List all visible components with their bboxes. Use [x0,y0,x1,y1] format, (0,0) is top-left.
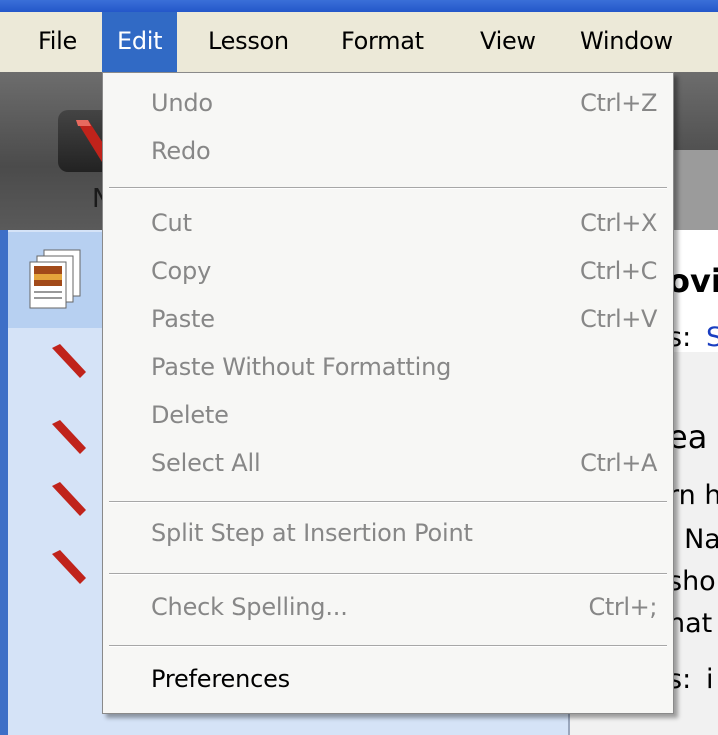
menu-item-shortcut: Ctrl+Z [580,89,657,117]
menu-item-label: Preferences [151,665,290,693]
menu-item-check-spelling[interactable]: Check Spelling... Ctrl+; [103,587,673,631]
right-text-line: l Na [668,524,718,555]
menu-item-copy[interactable]: Copy Ctrl+C [103,251,673,295]
pushpin-icon[interactable] [48,548,88,588]
left-pane-edge [0,230,8,735]
menu-item-shortcut: Ctrl+V [580,305,657,333]
menu-bar: File Edit Lesson Format View Window [0,12,718,73]
menu-item-paste[interactable]: Paste Ctrl+V [103,299,673,343]
menu-item-label: Select All [151,449,261,477]
menu-edit[interactable]: Edit [102,12,178,72]
right-text-line: rn h [668,480,718,511]
pushpin-icon[interactable] [48,342,88,382]
menu-item-paste-without-formatting[interactable]: Paste Without Formatting [103,347,673,391]
menu-item-delete[interactable]: Delete [103,395,673,439]
right-link[interactable]: S [706,322,718,353]
menu-item-shortcut: Ctrl+; [588,593,658,621]
menu-item-label: Paste [151,305,215,333]
right-text-line: hat [668,608,713,639]
menu-item-label: Cut [151,209,192,237]
menu-item-label: Undo [151,89,213,117]
right-text-line: sho [668,566,716,597]
menu-separator [109,187,667,189]
menu-item-select-all[interactable]: Select All Ctrl+A [103,443,673,487]
menu-item-label: Paste Without Formatting [151,353,452,381]
edit-menu-dropdown: Undo Ctrl+Z Redo Cut Ctrl+X Copy Ctrl+C … [102,72,674,714]
window-title-strip [0,0,718,12]
menu-item-preferences[interactable]: Preferences [103,659,673,703]
menu-item-redo[interactable]: Redo [103,131,673,175]
menu-item-cut[interactable]: Cut Ctrl+X [103,203,673,247]
menu-separator [109,573,667,575]
menu-item-shortcut: Ctrl+C [579,257,658,285]
menu-item-shortcut: Ctrl+X [580,209,657,237]
menu-lesson[interactable]: Lesson [193,12,304,72]
menu-item-label: Redo [151,137,211,165]
menu-item-label: Delete [151,401,229,429]
documents-icon[interactable] [28,248,82,310]
pushpin-icon[interactable] [48,418,88,458]
menu-separator [109,645,667,647]
menu-file[interactable]: File [23,12,92,72]
menu-item-label: Copy [151,257,212,285]
menu-format[interactable]: Format [326,12,439,72]
menu-separator [109,501,667,503]
menu-item-split-step[interactable]: Split Step at Insertion Point [103,513,673,557]
menu-item-label: Split Step at Insertion Point [151,519,473,547]
menu-item-undo[interactable]: Undo Ctrl+Z [103,83,673,127]
menu-item-label: Check Spelling... [151,593,348,621]
right-heading: ovi [668,262,718,300]
menu-view[interactable]: View [465,12,551,72]
pushpin-icon[interactable] [48,480,88,520]
menu-window[interactable]: Window [565,12,688,72]
menu-item-shortcut: Ctrl+A [580,449,657,477]
right-value: i [706,664,714,695]
